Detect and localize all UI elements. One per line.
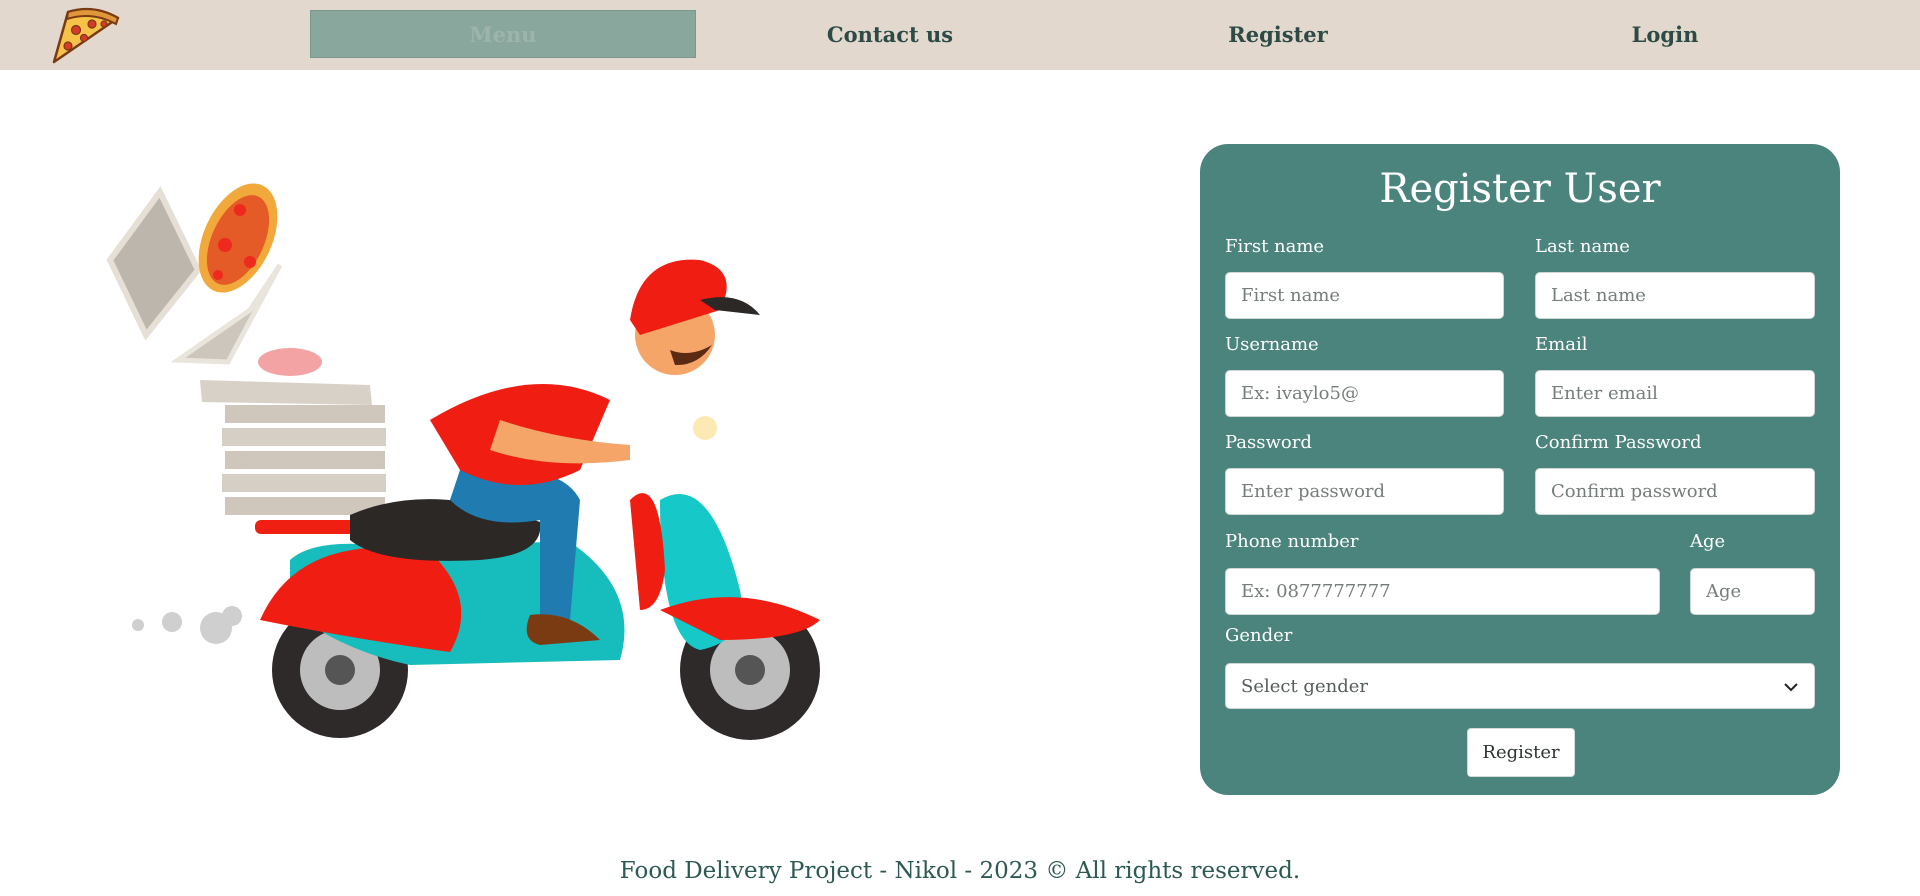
nav-contact-link[interactable]: Contact us: [697, 10, 1083, 58]
register-submit-button[interactable]: Register: [1467, 728, 1575, 777]
username-input[interactable]: [1225, 370, 1504, 417]
form-title: Register User: [1379, 166, 1661, 212]
username-label: Username: [1225, 334, 1319, 355]
last-name-label: Last name: [1535, 236, 1630, 257]
chevron-down-icon: [1783, 676, 1799, 697]
age-input[interactable]: [1690, 568, 1815, 615]
gender-select[interactable]: Select gender: [1225, 663, 1815, 709]
email-label: Email: [1535, 334, 1588, 355]
password-input[interactable]: [1225, 468, 1504, 515]
email-input[interactable]: [1535, 370, 1815, 417]
last-name-input[interactable]: [1535, 272, 1815, 319]
delivery-scooter-illustration: [100, 170, 840, 750]
nav-menu-link[interactable]: Menu: [310, 10, 696, 58]
pizza-logo-icon[interactable]: [46, 2, 126, 68]
phone-input[interactable]: [1225, 568, 1660, 615]
age-label: Age: [1690, 531, 1726, 552]
footer-copyright: Food Delivery Project - Nikol - 2023 © A…: [619, 858, 1301, 884]
navbar: Menu Contact us Register Login: [0, 0, 1920, 70]
confirm-password-input[interactable]: [1535, 468, 1815, 515]
gender-label: Gender: [1225, 625, 1293, 646]
confirm-password-label: Confirm Password: [1535, 432, 1702, 453]
nav-register-link[interactable]: Register: [1085, 10, 1471, 58]
register-form-card: Register User First name Last name Usern…: [1200, 144, 1840, 795]
password-label: Password: [1225, 432, 1312, 453]
nav-login-link[interactable]: Login: [1472, 10, 1858, 58]
first-name-input[interactable]: [1225, 272, 1504, 319]
gender-selected-value: Select gender: [1241, 675, 1368, 697]
first-name-label: First name: [1225, 236, 1325, 257]
phone-label: Phone number: [1225, 531, 1359, 552]
